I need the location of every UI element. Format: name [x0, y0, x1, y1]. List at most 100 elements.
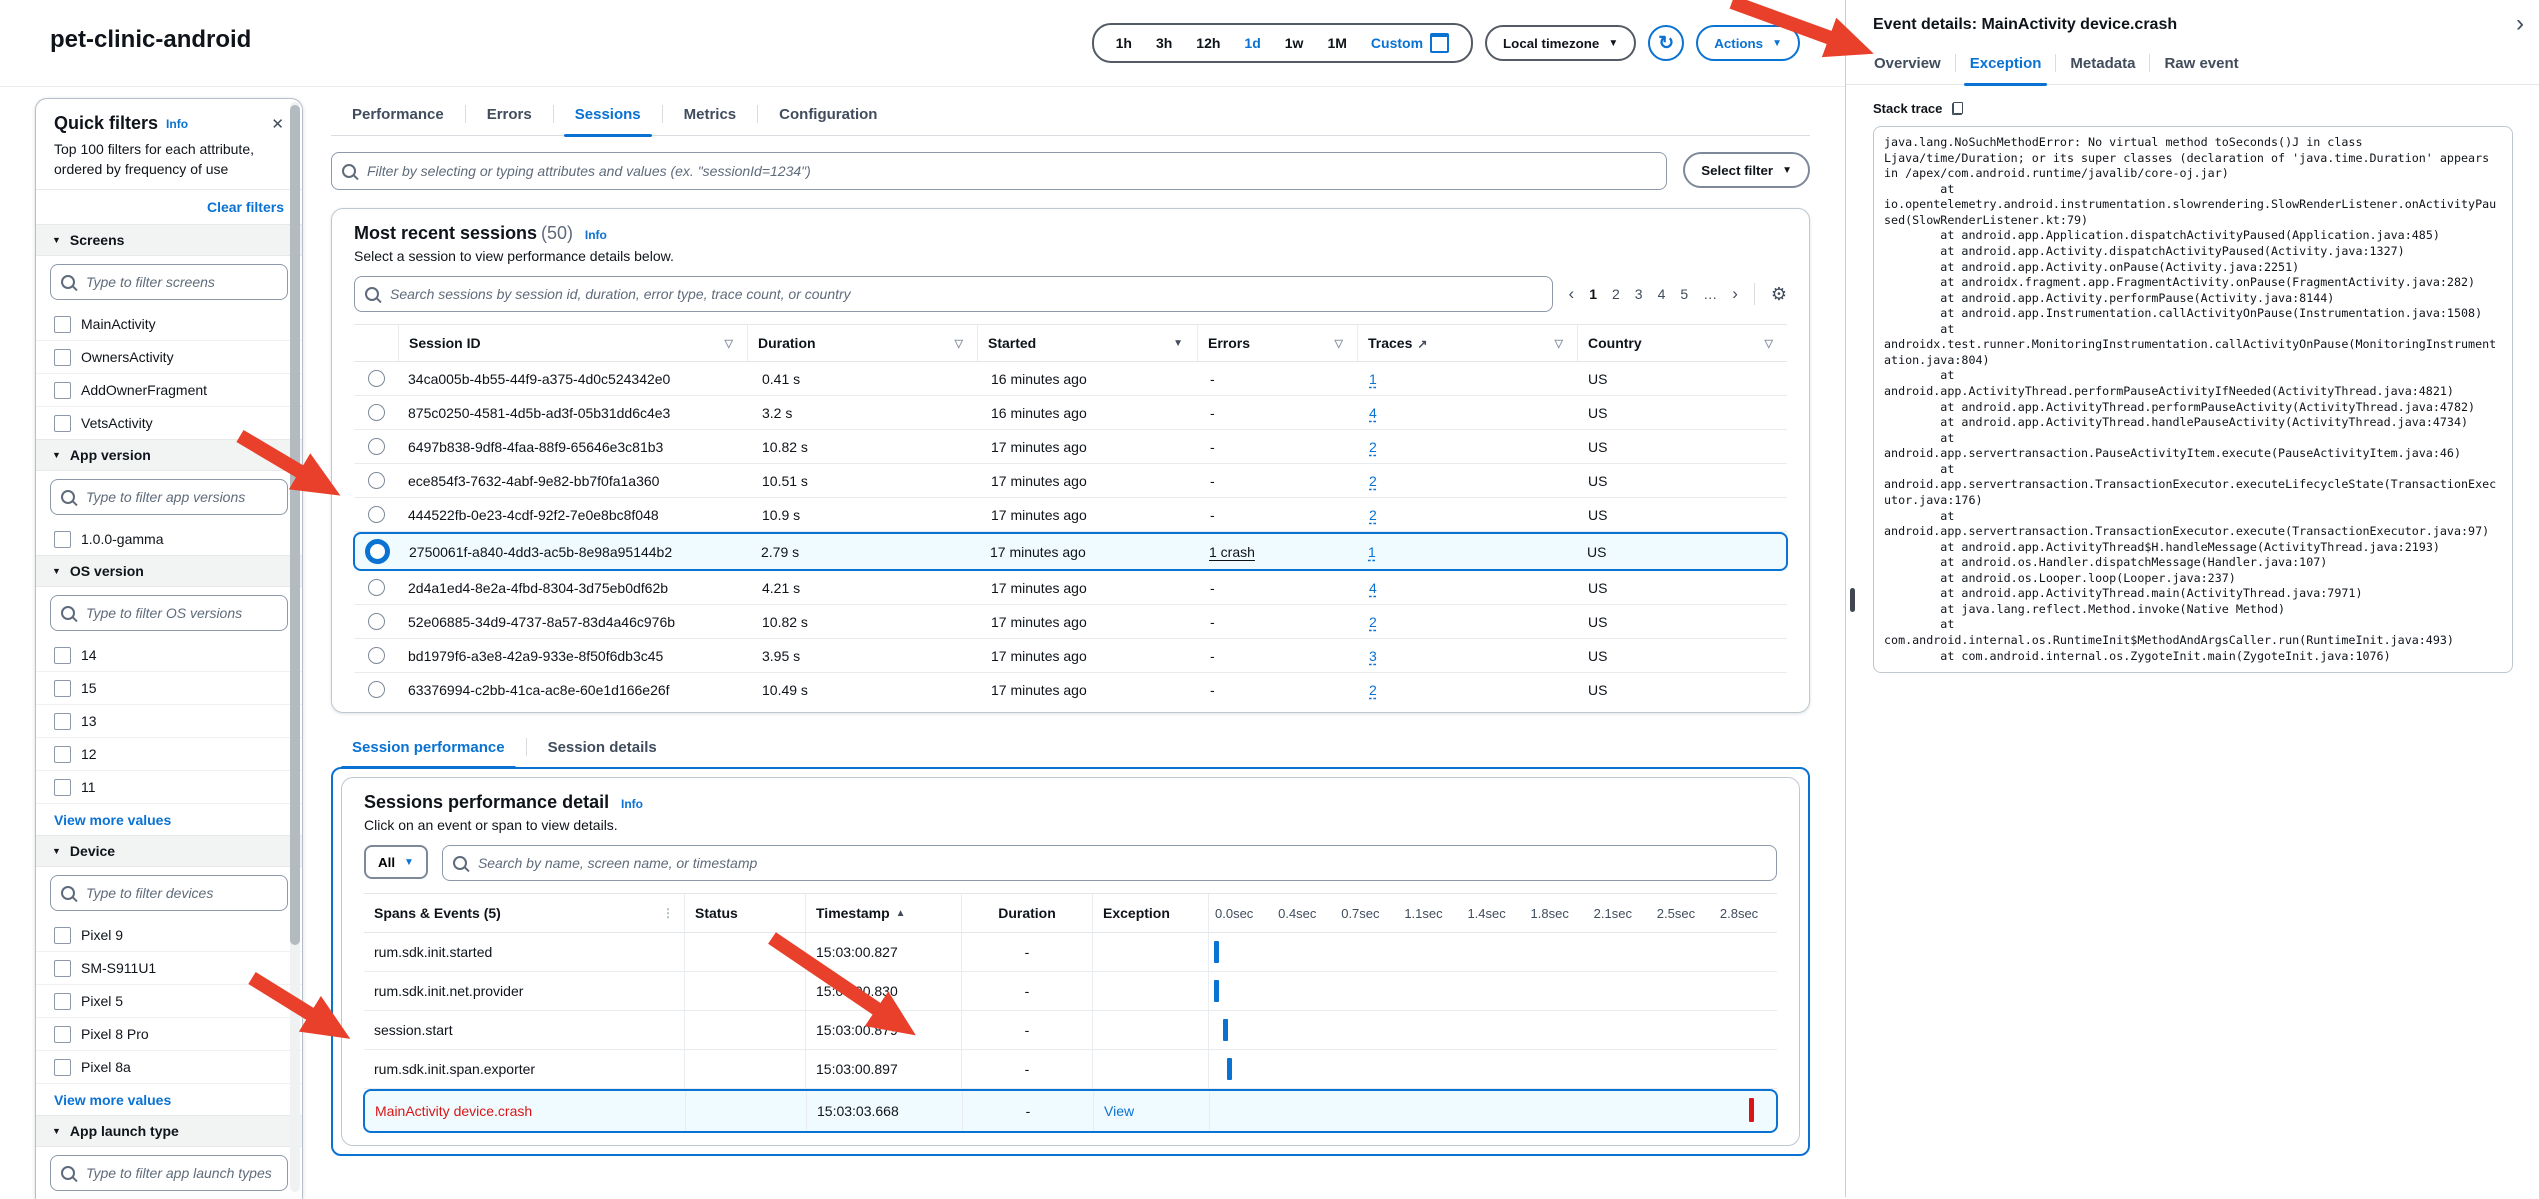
checkbox[interactable] — [54, 1026, 71, 1043]
trace-count-link[interactable]: 2 — [1369, 614, 1377, 630]
timeline-event-marker[interactable] — [1227, 1058, 1232, 1080]
view-more-values-link-os[interactable]: View more values — [36, 804, 302, 836]
device-filter-input[interactable] — [84, 884, 277, 902]
trace-count-link[interactable]: 4 — [1369, 405, 1377, 421]
time-range-1w[interactable]: 1w — [1273, 35, 1316, 51]
filter-section-app-version[interactable]: ▼ App version — [36, 439, 302, 471]
crash-count-link[interactable]: 1 crash — [1209, 544, 1255, 560]
trace-count-link[interactable]: 2 — [1369, 439, 1377, 455]
tab-configuration[interactable]: Configuration — [758, 93, 898, 135]
sessions-search-input[interactable] — [388, 285, 1542, 303]
session-row[interactable]: ece854f3-7632-4abf-9e82-bb7f0fa1a360 10.… — [354, 464, 1787, 498]
filter-option-ownersactivity[interactable]: OwnersActivity — [36, 341, 302, 374]
trace-count-link[interactable]: 2 — [1369, 682, 1377, 698]
checkbox[interactable] — [54, 960, 71, 977]
session-radio[interactable] — [368, 472, 385, 489]
filter-option-pixel8a[interactable]: Pixel 8a — [36, 1051, 302, 1084]
timezone-dropdown[interactable]: Local timezone ▼ — [1485, 25, 1636, 61]
filter-funnel-icon[interactable]: ▽ — [1555, 337, 1563, 350]
filter-option-pixel9[interactable]: Pixel 9 — [36, 919, 302, 952]
checkbox[interactable] — [54, 647, 71, 664]
screens-filter-input[interactable] — [84, 273, 277, 291]
filter-funnel-icon[interactable]: ▽ — [1765, 337, 1773, 350]
tab-overview[interactable]: Overview — [1860, 42, 1955, 84]
session-row-selected[interactable]: 2750061f-a840-4dd3-ac5b-8e98a95144b2 2.7… — [353, 532, 1788, 571]
span-row[interactable]: rum.sdk.init.net.provider 15:03:00.830 - — [364, 972, 1777, 1011]
page-2[interactable]: 2 — [1612, 286, 1620, 302]
checkbox[interactable] — [54, 382, 71, 399]
tab-errors[interactable]: Errors — [466, 93, 553, 135]
session-radio[interactable] — [368, 438, 385, 455]
next-page-icon[interactable]: › — [1732, 284, 1738, 304]
session-radio[interactable] — [368, 613, 385, 630]
app-launch-type-filter-input[interactable] — [84, 1164, 277, 1182]
checkbox[interactable] — [54, 713, 71, 730]
timeline-event-marker[interactable] — [1223, 1019, 1228, 1041]
session-radio-selected[interactable] — [365, 539, 390, 564]
column-timestamp-sorted[interactable]: Timestamp — [816, 905, 890, 921]
session-row[interactable]: 444522fb-0e23-4cdf-92f2-7e0e8bc8f048 10.… — [354, 498, 1787, 532]
filter-option-os-14[interactable]: 14 — [36, 639, 302, 672]
event-type-filter-dropdown[interactable]: All ▼ — [364, 845, 428, 879]
actions-dropdown[interactable]: Actions ▼ — [1696, 25, 1800, 61]
time-range-1h[interactable]: 1h — [1104, 35, 1144, 51]
trace-count-link[interactable]: 1 — [1368, 544, 1376, 560]
column-started-sorted[interactable]: Started — [988, 335, 1036, 351]
session-radio[interactable] — [368, 404, 385, 421]
tab-raw-event[interactable]: Raw event — [2150, 42, 2252, 84]
session-radio[interactable] — [368, 681, 385, 698]
sort-descending-icon[interactable]: ▼ — [1173, 338, 1183, 349]
filter-section-screens[interactable]: ▼ Screens — [36, 224, 302, 256]
time-range-12h[interactable]: 12h — [1184, 35, 1232, 51]
filter-section-device[interactable]: ▼ Device — [36, 835, 302, 867]
tab-performance[interactable]: Performance — [331, 93, 465, 135]
session-row[interactable]: 63376994-c2bb-41ca-ac8e-60e1d166e26f 10.… — [354, 673, 1787, 706]
tab-exception-active[interactable]: Exception — [1956, 42, 2056, 84]
checkbox[interactable] — [54, 316, 71, 333]
page-5[interactable]: 5 — [1680, 286, 1688, 302]
span-row-crash-selected[interactable]: MainActivity device.crash 15:03:03.668 -… — [363, 1089, 1778, 1133]
trace-count-link[interactable]: 2 — [1369, 507, 1377, 523]
tab-session-performance-active[interactable]: Session performance — [331, 727, 526, 767]
page-3[interactable]: 3 — [1635, 286, 1643, 302]
time-range-custom-button[interactable]: Custom — [1359, 33, 1461, 53]
trace-count-link[interactable]: 1 — [1369, 371, 1377, 387]
quick-filters-info-link[interactable]: Info — [166, 117, 188, 131]
checkbox[interactable] — [54, 779, 71, 796]
filter-option-pixel5[interactable]: Pixel 5 — [36, 985, 302, 1018]
filter-section-app-launch-type[interactable]: ▼ App launch type — [36, 1115, 302, 1147]
checkbox[interactable] — [54, 927, 71, 944]
time-range-3h[interactable]: 3h — [1144, 35, 1184, 51]
filter-option-os-11[interactable]: 11 — [36, 771, 302, 804]
attribute-filter-input[interactable] — [365, 162, 1656, 180]
filter-option-100gamma[interactable]: 1.0.0-gamma — [36, 523, 302, 556]
filter-section-os-version[interactable]: ▼ OS version — [36, 555, 302, 587]
panel-resize-handle[interactable] — [1850, 588, 1855, 612]
checkbox[interactable] — [54, 349, 71, 366]
filter-option-mainactivity[interactable]: MainActivity — [36, 308, 302, 341]
span-row[interactable]: rum.sdk.init.started 15:03:00.827 - — [364, 933, 1777, 972]
session-row[interactable]: 34ca005b-4b55-44f9-a375-4d0c524342e0 0.4… — [354, 362, 1787, 396]
spans-search-input[interactable] — [476, 854, 1766, 872]
tab-metrics[interactable]: Metrics — [663, 93, 758, 135]
session-row[interactable]: 875c0250-4581-4d5b-ad3f-05b31dd6c4e3 3.2… — [354, 396, 1787, 430]
tab-session-details[interactable]: Session details — [527, 727, 678, 767]
timeline-crash-marker[interactable] — [1749, 1098, 1754, 1122]
session-radio[interactable] — [368, 579, 385, 596]
tab-metadata[interactable]: Metadata — [2056, 42, 2149, 84]
filter-option-os-13[interactable]: 13 — [36, 705, 302, 738]
session-row[interactable]: 6497b838-9df8-4faa-88f9-65646e3c81b3 10.… — [354, 430, 1787, 464]
refresh-button[interactable]: ↻ — [1648, 25, 1684, 61]
filter-option-os-15[interactable]: 15 — [36, 672, 302, 705]
span-row[interactable]: rum.sdk.init.span.exporter 15:03:00.897 … — [364, 1050, 1777, 1089]
time-range-1m[interactable]: 1M — [1315, 35, 1358, 51]
checkbox[interactable] — [54, 746, 71, 763]
page-1[interactable]: 1 — [1589, 286, 1597, 302]
timeline-event-marker[interactable] — [1214, 941, 1219, 963]
timeline-event-marker[interactable] — [1214, 980, 1219, 1002]
close-icon[interactable]: ✕ — [271, 115, 284, 133]
filter-option-os-12[interactable]: 12 — [36, 738, 302, 771]
view-more-values-link-device[interactable]: View more values — [36, 1084, 302, 1116]
filter-funnel-icon[interactable]: ▽ — [725, 337, 733, 350]
checkbox[interactable] — [54, 680, 71, 697]
